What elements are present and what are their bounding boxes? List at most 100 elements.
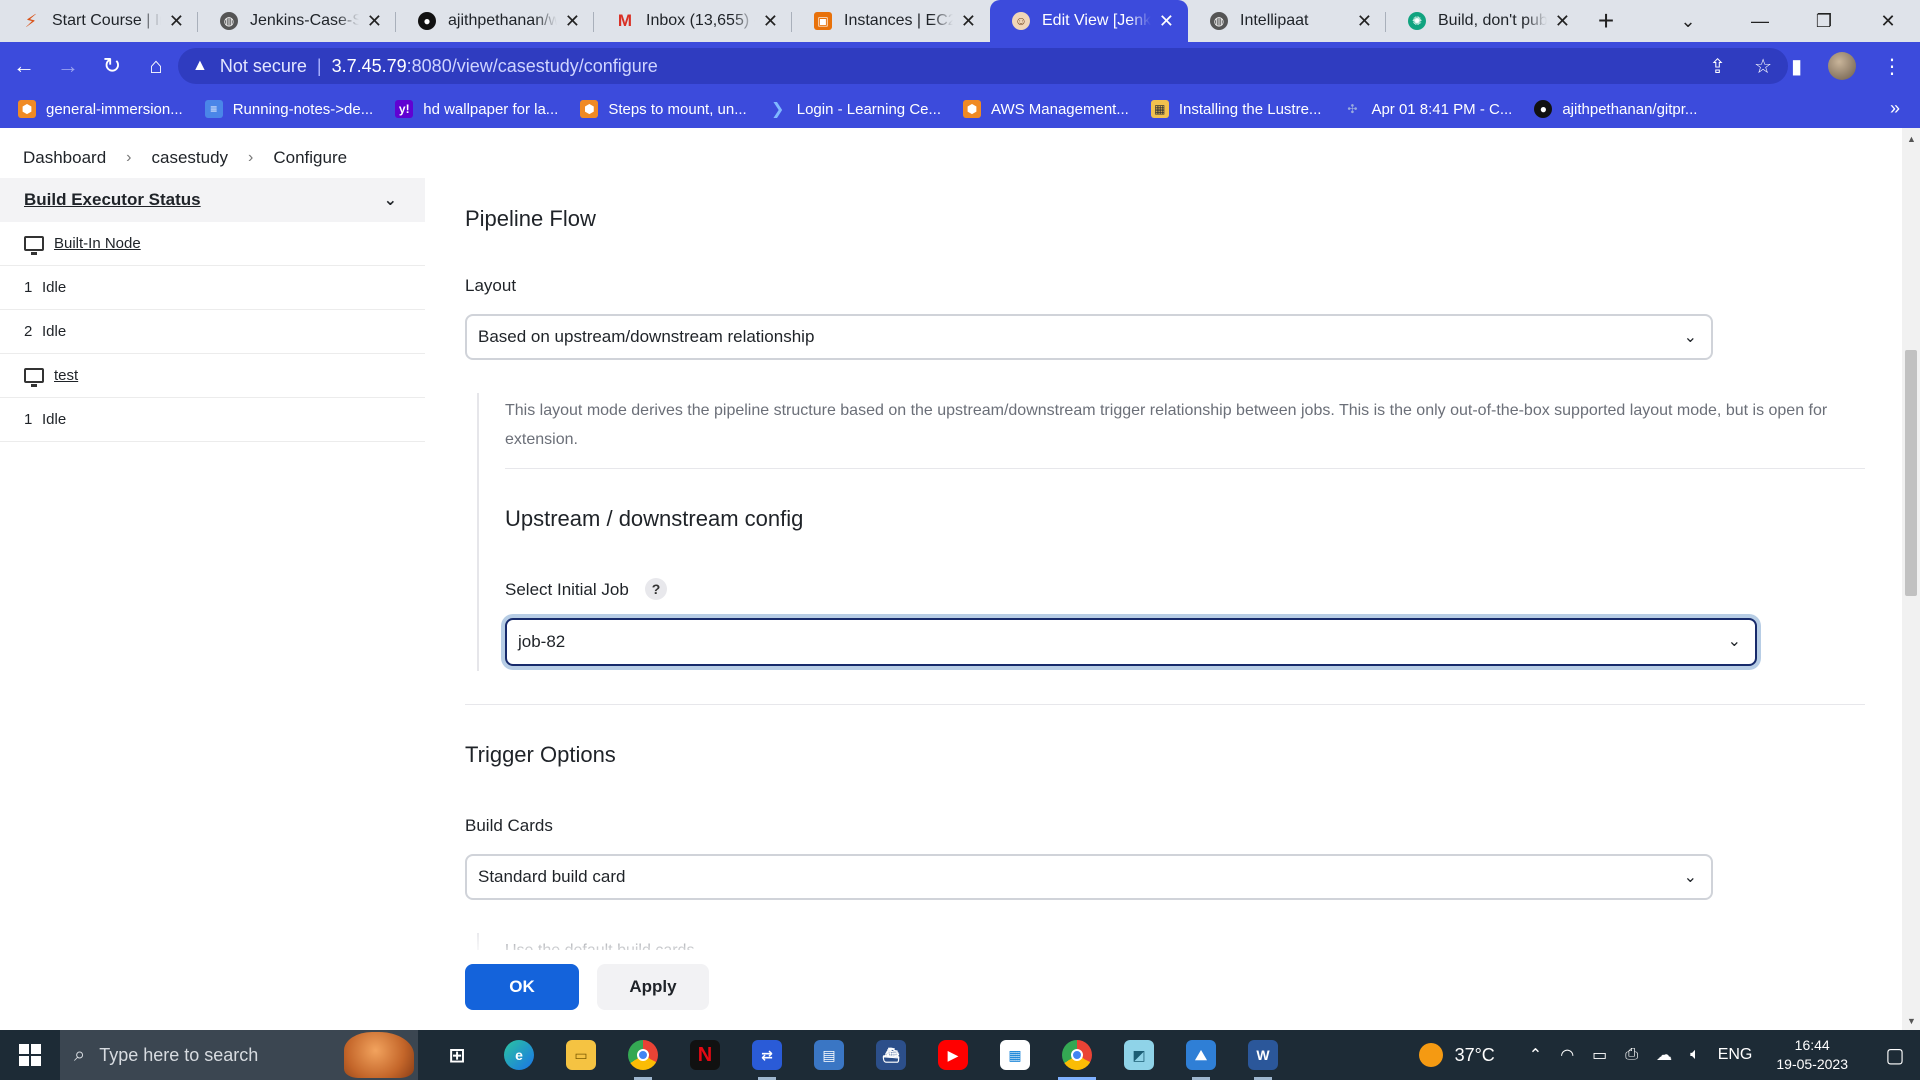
task-view-icon[interactable]: ⊞ [426, 1030, 488, 1080]
close-tab-icon[interactable]: ✕ [763, 11, 778, 32]
chrome-profile-icon[interactable] [1046, 1030, 1108, 1080]
bookmark-item[interactable]: ⬢ general-immersion... [18, 100, 183, 118]
computer-icon [24, 236, 44, 255]
chevron-up-icon[interactable]: ⌃ [1529, 1045, 1542, 1065]
netflix-icon[interactable]: N [674, 1030, 736, 1080]
taskbar-search[interactable]: ⌕ Type here to search [60, 1030, 418, 1080]
browser-tab[interactable]: ◍ Jenkins-Case-Stud ✕ [198, 0, 396, 42]
close-tab-icon[interactable]: ✕ [565, 11, 580, 32]
bookmark-item[interactable]: ✣ Apr 01 8:41 PM - C... [1343, 100, 1512, 118]
notes-app-icon[interactable]: ◩ [1108, 1030, 1170, 1080]
package-icon: ▦ [1150, 100, 1169, 118]
yahoo-icon: y! [395, 100, 414, 118]
browser-tab[interactable]: ◍ Intellipaat ✕ [1188, 0, 1386, 42]
breadcrumb-dashboard[interactable]: Dashboard [23, 148, 106, 168]
word-icon[interactable]: W [1232, 1030, 1294, 1080]
bookmark-item[interactable]: ≡ Running-notes->de... [204, 100, 373, 118]
meeting-icon: ✣ [1347, 102, 1358, 116]
bookmark-item[interactable]: y! hd wallpaper for la... [395, 100, 558, 118]
profile-avatar[interactable] [1828, 52, 1856, 80]
executor-number: 1 [24, 279, 33, 296]
forward-icon[interactable]: → [48, 46, 88, 86]
browser-tab[interactable]: ✺ Build, don't publi ✕ [1386, 0, 1584, 42]
browser-tab[interactable]: ⚡ Start Course | Inte ✕ [0, 0, 198, 42]
wifi-icon[interactable]: ◠ [1560, 1045, 1574, 1065]
browser-tab[interactable]: ▣ Instances | EC2 M ✕ [792, 0, 990, 42]
tab-search-icon[interactable]: ⌄ [1648, 0, 1728, 42]
bookmark-star-icon[interactable]: ☆ [1754, 54, 1772, 79]
browser-tab-active[interactable]: ☺ Edit View [Jenkins ✕ [990, 0, 1188, 42]
weather-widget[interactable]: 37°C [1418, 1043, 1495, 1067]
scroll-down-icon[interactable]: ▼ [1907, 1016, 1916, 1026]
breadcrumb-configure[interactable]: Configure [273, 148, 347, 168]
section-title-pipeline-flow: Pipeline Flow [465, 206, 596, 231]
bookmark-item[interactable]: ▦ Installing the Lustre... [1150, 100, 1321, 118]
tab-title: Inbox (13,655) - a [646, 12, 755, 29]
executor-row: 1 Idle [0, 266, 425, 310]
ok-button[interactable]: OK [465, 964, 579, 1010]
browser-tab[interactable]: ● ajithpethanan/we ✕ [396, 0, 594, 42]
bookmark-item[interactable]: ⬢ Steps to mount, un... [580, 100, 747, 118]
close-tab-icon[interactable]: ✕ [1357, 11, 1372, 32]
scrollbar-thumb[interactable] [1905, 350, 1917, 596]
page-scrollbar[interactable]: ▲ ▼ [1902, 128, 1920, 1030]
node-link[interactable]: Built-In Node [54, 235, 141, 252]
executor-status-header[interactable]: Build Executor Status ⌄ [0, 178, 425, 222]
edge-icon[interactable]: e [488, 1030, 550, 1080]
bookmark-item[interactable]: ⬢ AWS Management... [963, 100, 1129, 118]
layout-select[interactable]: Based on upstream/downstream relationshi… [465, 314, 1713, 360]
more-bookmarks-icon[interactable]: » [1890, 98, 1900, 119]
chrome-icon[interactable] [612, 1030, 674, 1080]
home-icon[interactable]: ⌂ [136, 46, 176, 86]
network-tool-icon[interactable]: ⇄ [736, 1030, 798, 1080]
build-cards-select[interactable]: Standard build card ⌄ [465, 854, 1713, 900]
new-tab-button[interactable]: + [1584, 0, 1628, 42]
browser-tab[interactable]: M Inbox (13,655) - a ✕ [594, 0, 792, 42]
minimize-icon[interactable]: — [1728, 0, 1792, 42]
close-window-icon[interactable]: ✕ [1856, 0, 1920, 42]
initial-job-select[interactable]: job-82 ⌄ [505, 618, 1757, 666]
share-icon[interactable]: ⇪ [1709, 54, 1726, 79]
menu-icon[interactable]: ⋮ [1882, 54, 1902, 79]
volume-icon[interactable]: 🔈︎ [1690, 1046, 1700, 1064]
close-tab-icon[interactable]: ✕ [1555, 11, 1570, 32]
node-link[interactable]: test [54, 367, 78, 384]
photos-icon[interactable]: ⛰ [1170, 1030, 1232, 1080]
ship-app-icon[interactable]: ⛴ [860, 1030, 922, 1080]
close-tab-icon[interactable]: ✕ [367, 11, 382, 32]
reload-icon[interactable]: ↻ [92, 46, 132, 86]
tab-title: Edit View [Jenkins [1042, 12, 1151, 29]
file-explorer-icon[interactable]: ▭ [550, 1030, 612, 1080]
restore-icon[interactable]: ❐ [1792, 0, 1856, 42]
cloud-icon[interactable]: ☁ [1656, 1045, 1672, 1065]
bookmark-item[interactable]: ❯ Login - Learning Ce... [769, 100, 941, 119]
aws-icon: ⬢ [18, 100, 36, 118]
url-host: 3.7.45.79 [331, 55, 407, 76]
chevron-down-icon[interactable]: ⌄ [384, 190, 397, 210]
battery-icon[interactable]: ▭ [1592, 1045, 1607, 1065]
bookmark-item[interactable]: ● ajithpethanan/gitpr... [1534, 100, 1697, 118]
help-icon[interactable]: ? [645, 578, 667, 600]
node-row: test [0, 354, 425, 398]
language-indicator[interactable]: ENG [1718, 1046, 1753, 1064]
windows-start-icon[interactable] [0, 1030, 60, 1080]
section-title-upstream-config: Upstream / downstream config [505, 506, 804, 531]
device-icon[interactable]: ⎙ [1625, 1046, 1638, 1064]
clock[interactable]: 16:44 19-05-2023 [1776, 1036, 1848, 1074]
url-bar[interactable]: ▲ Not secure | 3.7.45.79:8080/view/cases… [178, 48, 1788, 84]
side-panel-icon[interactable]: ▮ [1791, 54, 1802, 79]
notification-icon[interactable]: ▢ [1870, 1030, 1920, 1080]
close-tab-icon[interactable]: ✕ [1159, 11, 1174, 32]
close-tab-icon[interactable]: ✕ [961, 11, 976, 32]
form-action-bar: OK Apply [425, 950, 1902, 1030]
apply-button[interactable]: Apply [597, 964, 709, 1010]
youtube-icon[interactable]: ▶ [922, 1030, 984, 1080]
back-icon[interactable]: ← [4, 46, 44, 86]
scroll-up-icon[interactable]: ▲ [1907, 134, 1916, 144]
store-icon[interactable]: ▦ [984, 1030, 1046, 1080]
executor-status-title[interactable]: Build Executor Status [24, 190, 201, 210]
breadcrumb-casestudy[interactable]: casestudy [152, 148, 229, 168]
weather-sun-icon [1418, 1043, 1443, 1067]
close-tab-icon[interactable]: ✕ [169, 11, 184, 32]
remote-desktop-icon[interactable]: ▤ [798, 1030, 860, 1080]
